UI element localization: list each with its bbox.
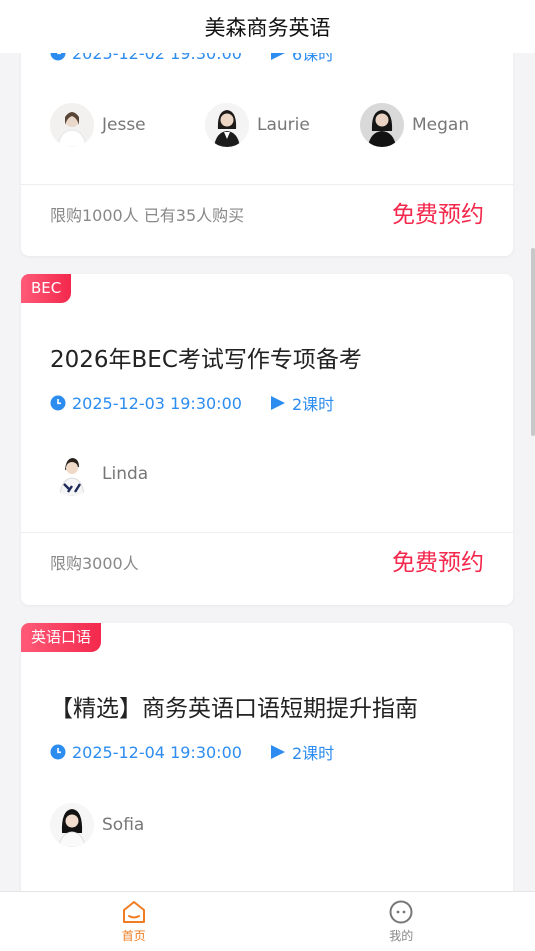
teacher-list: Linda — [50, 452, 205, 496]
card-divider — [21, 532, 513, 533]
teacher-name: Megan — [412, 115, 470, 135]
home-icon — [122, 901, 145, 923]
teacher-avatar — [50, 103, 94, 147]
free-reserve-button[interactable]: 免费预约 — [392, 543, 484, 577]
clock-icon — [50, 395, 66, 411]
teacher-avatar — [360, 103, 404, 147]
purchase-limit: 限购1000人 已有35人购买 — [50, 206, 245, 225]
teacher-name: Linda — [102, 464, 149, 484]
course-tag: BEC — [21, 274, 72, 303]
course-card[interactable]: BEC 2026年BEC考试写作专项备考 2025-12-03 19:30:00… — [21, 274, 513, 605]
purchase-limit: 限购3000人 — [50, 554, 139, 573]
course-tag: 英语口语 — [21, 623, 102, 652]
course-meta: 2025-12-03 19:30:00 2课时 — [50, 391, 334, 415]
page-title: 美森商务英语 — [204, 15, 331, 40]
teacher-name: Laurie — [257, 115, 310, 135]
teacher-avatar — [205, 103, 249, 147]
tab-mine[interactable]: 我的 — [268, 892, 535, 951]
teacher-item: Sofia — [50, 803, 205, 847]
course-lessons: 2课时 — [291, 395, 335, 414]
teacher-name: Jesse — [102, 115, 146, 135]
teacher-item: Jesse — [50, 103, 205, 147]
course-meta: 2025-12-04 19:30:00 2课时 — [50, 740, 334, 764]
teacher-item: Laurie — [205, 103, 360, 147]
tab-bar: 首页 我的 — [0, 891, 535, 951]
free-reserve-button[interactable]: 免费预约 — [392, 195, 484, 229]
teacher-avatar — [50, 803, 94, 847]
course-title[interactable]: 2026年BEC考试写作专项备考 — [50, 340, 362, 374]
teacher-list: Sofia — [50, 803, 205, 847]
teacher-name: Sofia — [102, 815, 145, 835]
course-list[interactable]: 2025-12-02 19:30:00 6课时 Jesse Laurie Meg… — [0, 0, 535, 892]
app-header: 美森商务英语 — [0, 0, 535, 53]
course-title[interactable]: 【精选】商务英语口语短期提升指南 — [50, 689, 418, 723]
course-card[interactable]: 英语口语 【精选】商务英语口语短期提升指南 2025-12-04 19:30:0… — [21, 623, 513, 892]
course-date: 2025-12-04 19:30:00 — [72, 742, 242, 762]
course-date: 2025-12-03 19:30:00 — [72, 393, 242, 413]
teacher-item: Megan — [360, 103, 515, 147]
play-icon — [270, 745, 285, 759]
profile-face-icon — [389, 900, 413, 924]
clock-icon — [50, 744, 66, 760]
play-icon — [270, 396, 285, 410]
tab-mine-label: 我的 — [389, 929, 414, 943]
tab-home-label: 首页 — [121, 929, 146, 943]
scrollbar[interactable] — [531, 248, 535, 436]
teacher-list: Jesse Laurie Megan — [50, 103, 515, 147]
teacher-avatar — [50, 452, 94, 496]
teacher-item: Linda — [50, 452, 205, 496]
tab-home[interactable]: 首页 — [0, 892, 268, 951]
course-lessons: 2课时 — [291, 744, 335, 763]
card-divider — [21, 184, 513, 185]
